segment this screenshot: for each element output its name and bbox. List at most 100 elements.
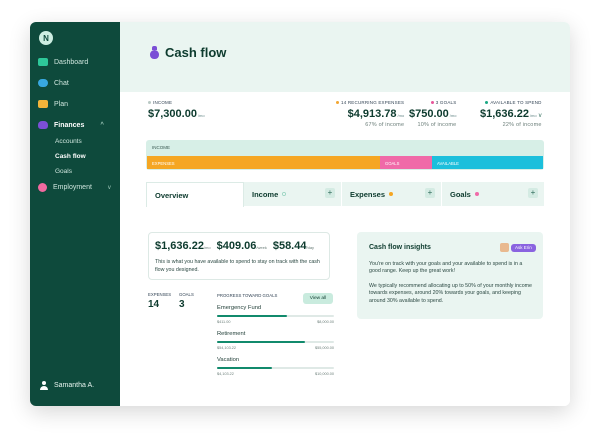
goal-current: $411.00: [217, 320, 231, 324]
goal-progress-fill: [217, 341, 305, 343]
goals-stat: GOALS 3: [179, 292, 194, 310]
insight-paragraph: We typically recommend allocating up to …: [369, 283, 533, 304]
sidebar-item-label: Chat: [54, 79, 69, 87]
sidebar-subitem-accounts[interactable]: Accounts: [55, 138, 82, 145]
add-expense-button[interactable]: +: [425, 188, 435, 198]
unit-label: /day: [306, 245, 315, 250]
sidebar-item-finances[interactable]: Finances ^: [38, 121, 104, 129]
expenses-pct: 67% of income: [365, 122, 405, 128]
goals-dot: [474, 192, 479, 196]
goal-progress-track: [217, 315, 334, 317]
goal-progress-track: [217, 341, 334, 343]
expenses-label: 14 RECURRING EXPENSES: [341, 100, 405, 105]
available-spend-card: $1,636.22/mo $409.06/week $58.44/day Thi…: [148, 232, 330, 280]
money-bag-icon: [148, 46, 159, 59]
chevron-up-icon[interactable]: ^: [100, 122, 104, 128]
tab-label: Overview: [155, 190, 189, 200]
sidebar-item-dashboard[interactable]: Dashboard: [38, 58, 88, 66]
add-goal-button[interactable]: +: [528, 188, 538, 198]
add-income-button[interactable]: +: [325, 188, 335, 198]
cash-flow-insights-card: Cash flow insights Ask Erin You're on tr…: [357, 232, 543, 319]
goal-target: $55,000.00: [314, 346, 334, 350]
goal-current: $4,103.22: [217, 372, 234, 376]
stat-value: 14: [148, 299, 160, 310]
unit-label: /mo: [397, 113, 405, 118]
insight-paragraph: You're on track with your goals and your…: [369, 261, 523, 275]
summary-goals: 3 GOALS $750.00/mo 10% of income: [409, 100, 456, 128]
income-label: INCOME: [153, 100, 173, 105]
dashboard-icon: [38, 58, 48, 66]
breakdown-segment-available: AVAILABLE: [432, 156, 543, 169]
insights-title: Cash flow insights: [369, 244, 431, 251]
goal-name: Vacation: [217, 357, 240, 363]
money-bag-icon: [38, 121, 48, 129]
chevron-down-icon[interactable]: v: [539, 113, 542, 119]
sidebar: N Dashboard Chat Plan Finances ^ Account…: [30, 22, 120, 406]
main-content: Cash flow INCOME $7,300.00/mo 14 RECURRI…: [120, 22, 570, 406]
tab-expenses[interactable]: Expenses +: [342, 182, 442, 206]
weekly-amount: $409.06: [216, 240, 257, 252]
sidebar-subitem-cash-flow[interactable]: Cash flow: [55, 153, 86, 160]
tab-label: Goals: [450, 189, 471, 199]
goal-item[interactable]: Retirement $54,103.22 $55,000.00: [217, 331, 334, 350]
goal-current: $54,103.22: [217, 346, 237, 350]
goal-item[interactable]: Vacation $4,103.22 $10,000.00: [217, 357, 334, 376]
view-all-button[interactable]: View all: [303, 293, 333, 304]
unit-label: /mo: [529, 113, 537, 118]
ask-erin-button[interactable]: Ask Erin: [500, 243, 536, 252]
tab-bar: Overview Income + Expenses + Goals +: [146, 182, 544, 207]
stat-label: EXPENSES: [148, 292, 172, 297]
sidebar-item-chat[interactable]: Chat: [38, 79, 69, 87]
goals-pct: 10% of income: [417, 122, 457, 128]
tab-goals[interactable]: Goals +: [442, 182, 544, 206]
available-pct: 22% of income: [502, 122, 542, 128]
sidebar-subitem-goals[interactable]: Goals: [55, 168, 72, 175]
page-title: Cash flow: [165, 45, 227, 60]
unit-label: /mo: [197, 113, 205, 118]
app-window: N Dashboard Chat Plan Finances ^ Account…: [30, 22, 570, 406]
chevron-down-icon[interactable]: v: [108, 185, 111, 191]
goal-target: $8,000.00: [317, 320, 334, 324]
summary-available: AVAILABLE TO SPEND $1,636.22/mo v 22% of …: [480, 100, 542, 128]
stat-label: GOALS: [179, 292, 194, 297]
sidebar-item-employment[interactable]: Employment v: [38, 183, 111, 192]
advisor-avatar: [500, 243, 509, 252]
ask-erin-label: Ask Erin: [511, 243, 536, 252]
monthly-amount: $1,636.22: [155, 240, 204, 252]
unit-label: /mo: [449, 113, 457, 118]
tab-label: Expenses: [350, 189, 386, 199]
employment-icon: [38, 183, 47, 192]
chat-icon: [38, 79, 48, 87]
goal-progress-fill: [217, 367, 272, 369]
sidebar-item-label: Finances: [54, 121, 85, 129]
goal-progress-fill: [217, 315, 288, 317]
summary-income: INCOME $7,300.00/mo: [148, 100, 205, 120]
user-profile[interactable]: Samantha A.: [40, 381, 94, 390]
goals-amount: $750.00: [409, 108, 449, 120]
summary-expenses: 14 RECURRING EXPENSES $4,913.78/mo 67% o…: [336, 100, 404, 128]
available-description: This is what you have available to spend…: [155, 259, 320, 273]
goal-name: Retirement: [217, 331, 246, 337]
income-dot: [282, 192, 287, 196]
progress-title: PROGRESS TOWARD GOALS: [217, 293, 278, 298]
tab-overview[interactable]: Overview: [146, 182, 244, 207]
income-breakdown-bar: INCOME EXPENSES GOALS AVAILABLE: [146, 140, 544, 170]
available-label: AVAILABLE TO SPEND: [490, 100, 542, 105]
sidebar-item-plan[interactable]: Plan: [38, 100, 68, 108]
expenses-stat: EXPENSES 14: [148, 292, 171, 310]
goal-item[interactable]: Emergency Fund $411.00 $8,000.00: [217, 305, 334, 324]
available-amount: $1,636.22: [480, 108, 529, 120]
tab-income[interactable]: Income +: [244, 182, 342, 206]
goal-progress-track: [217, 367, 334, 369]
goal-name: Emergency Fund: [217, 305, 262, 311]
breakdown-label: INCOME: [152, 145, 170, 150]
logo: N: [39, 31, 53, 45]
daily-amount: $58.44: [272, 240, 307, 252]
page-header: Cash flow: [120, 22, 570, 92]
expenses-amount: $4,913.78: [347, 108, 397, 120]
sidebar-item-label: Employment: [53, 184, 92, 191]
income-amount: $7,300.00: [148, 108, 197, 120]
tab-label: Income: [252, 189, 279, 199]
plan-icon: [38, 100, 48, 108]
goal-target: $10,000.00: [314, 372, 334, 376]
